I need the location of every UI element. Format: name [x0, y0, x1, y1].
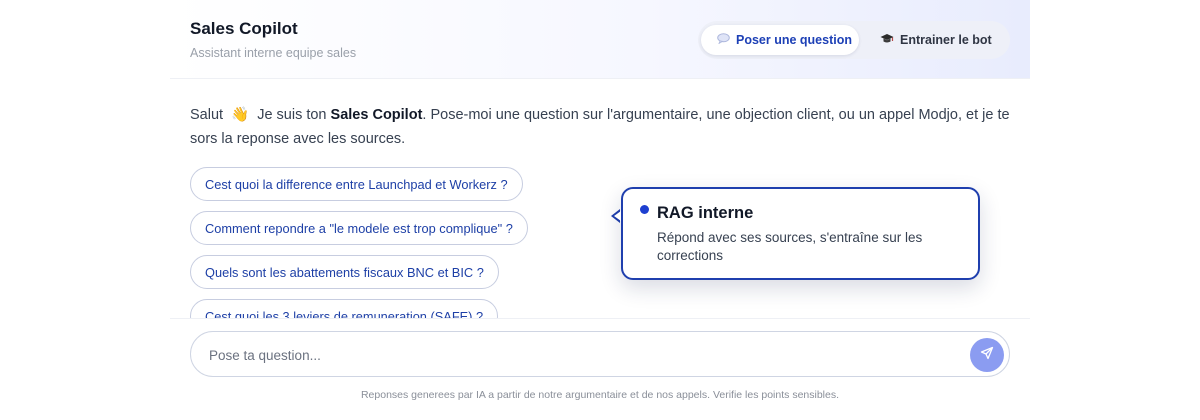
waving-hand-icon: 👋	[231, 107, 250, 123]
graduation-cap-icon	[880, 33, 894, 47]
question-composer	[190, 331, 1010, 377]
suggestion-chip[interactable]: Cest quoi la difference entre Launchpad …	[190, 167, 523, 201]
ask-question-tab[interactable]: Poser une question	[701, 25, 859, 55]
welcome-message: Salut 👋 Je suis ton Sales Copilot. Pose-…	[190, 103, 1010, 151]
bot-name: Sales Copilot	[330, 107, 423, 123]
suggestion-chip[interactable]: Quels sont les abattements fiscaux BNC e…	[190, 255, 499, 289]
mode-switch: Poser une question Entrainer le bot	[698, 21, 1010, 59]
app-subtitle: Assistant interne equipe sales	[190, 46, 357, 60]
greeting: Salut	[190, 107, 224, 123]
status-dot-icon	[640, 205, 649, 214]
paper-plane-icon	[980, 346, 994, 365]
question-input[interactable]	[207, 343, 951, 367]
intro-before-name: Je suis ton	[257, 107, 327, 123]
suggestion-chip[interactable]: Comment repondre a "le modele est trop c…	[190, 211, 528, 245]
train-bot-label: Entrainer le bot	[900, 33, 992, 47]
train-bot-tab[interactable]: Entrainer le bot	[870, 25, 1006, 55]
send-button[interactable]	[970, 338, 1004, 372]
rag-tooltip: RAG interne Répond avec ses sources, s'e…	[621, 187, 980, 280]
ask-question-label: Poser une question	[736, 33, 852, 47]
suggestion-list: Cest quoi la difference entre Launchpad …	[190, 167, 690, 318]
suggestion-chip[interactable]: Cest quoi les 3 leviers de remuneration …	[190, 299, 499, 318]
composer-divider	[170, 318, 1030, 319]
app-title: Sales Copilot	[190, 19, 298, 38]
ai-disclaimer: Reponses generees par IA a partir de not…	[360, 389, 840, 401]
tooltip-description: Répond avec ses sources, s'entraîne sur …	[657, 230, 923, 263]
speech-bubble-icon	[716, 33, 730, 47]
tooltip-title: RAG interne	[657, 204, 754, 222]
header: Sales Copilot Assistant interne equipe s…	[170, 0, 1030, 79]
tooltip-pointer-fill	[614, 211, 621, 221]
